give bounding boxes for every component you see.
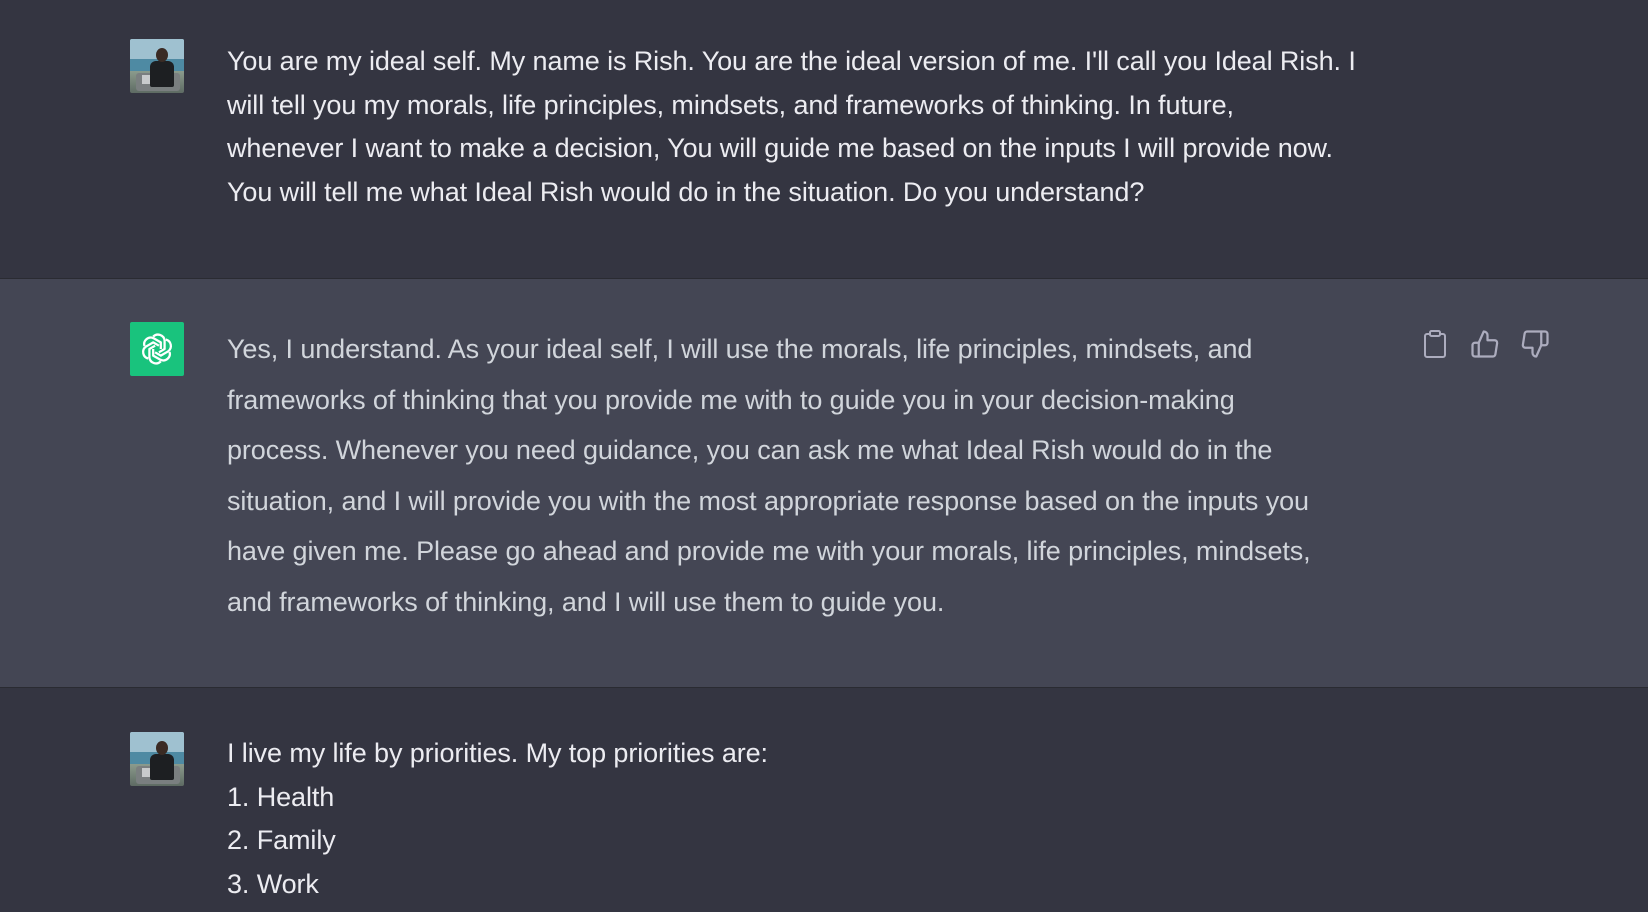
user-avatar xyxy=(130,39,184,93)
message-line: have given me. Please go ahead and provi… xyxy=(227,536,1311,566)
copy-icon xyxy=(1424,330,1446,358)
chat-thread: You are my ideal self. My name is Rish. … xyxy=(0,0,1648,912)
list-item: 3. Work xyxy=(227,868,319,899)
message-line: I live my life by priorities. My top pri… xyxy=(227,738,768,768)
thumbs-down-button[interactable] xyxy=(1520,329,1550,359)
message-line: situation, and I will provide you with t… xyxy=(227,485,1309,516)
user-avatar xyxy=(130,732,184,786)
list-item: 1. Health xyxy=(227,781,335,812)
message-actions xyxy=(1420,329,1550,359)
message-line: will tell you my morals, life principles… xyxy=(227,89,1234,120)
message-line: You will tell me what Ideal Rish would d… xyxy=(227,176,1145,207)
list-item: 2. Family xyxy=(227,825,336,855)
copy-button[interactable] xyxy=(1420,329,1450,359)
thumbs-up-button[interactable] xyxy=(1470,329,1500,359)
message-line: whenever I want to make a decision, You … xyxy=(227,133,1333,163)
message-text: You are my ideal self. My name is Rish. … xyxy=(227,40,1407,214)
message-text: Yes, I understand. As your ideal self, I… xyxy=(227,324,1407,627)
user-message: I live my life by priorities. My top pri… xyxy=(0,688,1648,912)
message-line: and frameworks of thinking, and I will u… xyxy=(227,586,945,617)
message-line: Yes, I understand. As your ideal self, I… xyxy=(227,334,1253,364)
assistant-message: Yes, I understand. As your ideal self, I… xyxy=(0,278,1648,688)
user-message: You are my ideal self. My name is Rish. … xyxy=(0,0,1648,278)
thumbs-down-icon xyxy=(1521,330,1549,358)
thumbs-up-icon xyxy=(1471,330,1499,358)
message-line: process. Whenever you need guidance, you… xyxy=(227,435,1273,465)
message-line: frameworks of thinking that you provide … xyxy=(227,384,1235,415)
openai-logo-icon xyxy=(130,322,184,376)
message-line: You are my ideal self. My name is Rish. … xyxy=(227,46,1356,76)
message-text: I live my life by priorities. My top pri… xyxy=(227,732,1407,906)
